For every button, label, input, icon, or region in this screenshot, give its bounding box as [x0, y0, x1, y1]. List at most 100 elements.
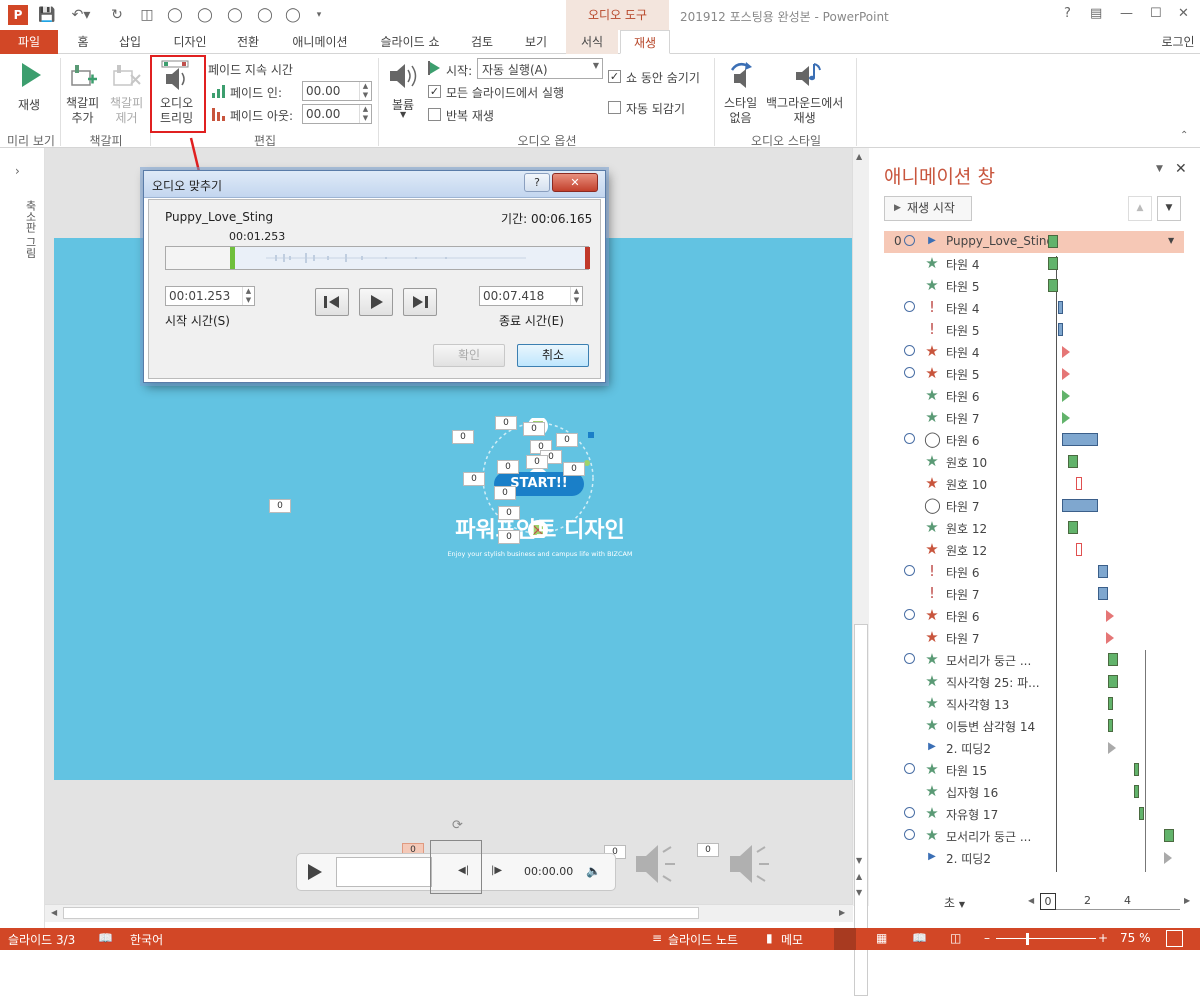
- thumbnails-label[interactable]: 축소판 그림: [4, 194, 38, 264]
- timeline-bar[interactable]: [1164, 829, 1174, 842]
- animation-list-item[interactable]: ★ 이등변 삼각형 14: [884, 715, 1184, 737]
- reading-view-icon[interactable]: 📖: [912, 931, 927, 945]
- notes-button[interactable]: 슬라이드 노트: [668, 931, 738, 948]
- animation-list-item[interactable]: ★ 원호 12: [884, 539, 1184, 561]
- player-volume-icon[interactable]: 🔈: [586, 864, 601, 878]
- previous-slide-icon[interactable]: ▲: [856, 872, 862, 881]
- player-back-icon[interactable]: ◀|: [458, 865, 469, 876]
- timeline-bar[interactable]: [1048, 257, 1058, 270]
- timeline-bar[interactable]: [1164, 852, 1172, 864]
- horizontal-scroll-thumb[interactable]: [63, 907, 699, 919]
- animation-list-item[interactable]: ★ 타원 6: [884, 385, 1184, 407]
- previous-frame-button[interactable]: [315, 288, 349, 316]
- trim-audio-icon[interactable]: [160, 60, 190, 92]
- animation-list-item[interactable]: ◯ 타원 7: [884, 495, 1184, 517]
- scroll-left-icon[interactable]: ◀: [51, 908, 57, 917]
- animation-list-item[interactable]: ★ 모서리가 둥근 ...: [884, 825, 1184, 847]
- player-progress-track[interactable]: [336, 857, 432, 887]
- spellcheck-icon[interactable]: 📖: [98, 931, 113, 945]
- dialog-help-button[interactable]: ?: [524, 173, 550, 192]
- cancel-button[interactable]: 취소: [517, 344, 589, 367]
- help-icon[interactable]: ?: [1064, 6, 1071, 21]
- scroll-up-icon[interactable]: ▲: [856, 152, 862, 161]
- timeline-bar[interactable]: [1108, 742, 1116, 754]
- timeline-bar[interactable]: [1068, 455, 1078, 468]
- normal-view-icon[interactable]: [834, 928, 856, 950]
- zoom-in-icon[interactable]: +: [1098, 931, 1108, 945]
- animation-list-item[interactable]: ★ 타원 5: [884, 363, 1184, 385]
- timeline-left-icon[interactable]: ◀: [1028, 896, 1034, 905]
- animation-list-item[interactable]: ! 타원 6: [884, 561, 1184, 583]
- timeline-bar[interactable]: [1098, 587, 1108, 600]
- timeline-bar[interactable]: [1048, 279, 1058, 292]
- player-play-icon[interactable]: [306, 863, 324, 881]
- timeline-bar[interactable]: [1062, 412, 1070, 424]
- timeline-bar[interactable]: [1108, 675, 1118, 688]
- timeline-bar[interactable]: [1062, 390, 1070, 402]
- timeline-bar[interactable]: [1106, 632, 1114, 644]
- dialog-close-button[interactable]: ✕: [552, 173, 598, 192]
- play-preview-icon[interactable]: [20, 62, 42, 88]
- play-preview-button[interactable]: 재생: [18, 96, 40, 113]
- collapse-ribbon-icon[interactable]: ⌃: [1180, 130, 1188, 141]
- tab-file[interactable]: 파일: [0, 30, 58, 54]
- pane-close-icon[interactable]: ✕: [1175, 161, 1187, 177]
- zoom-level[interactable]: 75 %: [1120, 931, 1151, 945]
- animation-list-item[interactable]: ★ 원호 10: [884, 473, 1184, 495]
- hide-during-show-checkbox[interactable]: ✓: [608, 70, 621, 83]
- shape-icon[interactable]: ◯: [166, 6, 184, 24]
- slide-title[interactable]: 파워포인트 디자인: [440, 512, 640, 544]
- shape-icon[interactable]: ◯: [256, 6, 274, 24]
- trim-audio-button[interactable]: 오디오 트리밍: [160, 96, 193, 126]
- player-forward-icon[interactable]: |▶: [491, 865, 502, 876]
- comments-icon[interactable]: ▮: [766, 931, 773, 945]
- play-from-button[interactable]: ▶ 재생 시작: [884, 196, 972, 221]
- customize-dropdown-icon[interactable]: ▾: [310, 6, 328, 24]
- animation-list-item[interactable]: ★ 원호 12: [884, 517, 1184, 539]
- expand-thumbnails-icon[interactable]: ›: [15, 164, 20, 178]
- shape-icon[interactable]: ◯: [284, 6, 302, 24]
- tab-slideshow[interactable]: 슬라이드 쇼: [370, 30, 450, 54]
- ok-button[interactable]: 확인: [433, 344, 505, 367]
- ribbon-display-icon[interactable]: ▤: [1090, 6, 1102, 21]
- animation-list-item[interactable]: ★ 타원 4: [884, 253, 1184, 275]
- start-select[interactable]: 자동 실행(A) ▼: [477, 58, 603, 79]
- animation-list-item[interactable]: ★ 타원 6: [884, 605, 1184, 627]
- tab-playback[interactable]: 재생: [620, 30, 670, 54]
- play-across-slides-checkbox[interactable]: ✓: [428, 85, 441, 98]
- timeline-right-icon[interactable]: ▶: [1184, 896, 1190, 905]
- pane-options-icon[interactable]: ▼: [1156, 164, 1163, 174]
- speaker-icon[interactable]: [632, 840, 680, 888]
- tab-design[interactable]: 디자인: [164, 30, 216, 54]
- tab-review[interactable]: 검토: [462, 30, 502, 54]
- timeline-bar[interactable]: [1108, 697, 1113, 710]
- tab-insert[interactable]: 삽입: [108, 30, 152, 54]
- next-frame-button[interactable]: [403, 288, 437, 316]
- save-icon[interactable]: 💾: [38, 6, 56, 24]
- animation-list-item[interactable]: 0 ▶ Puppy_Love_Sting ▼: [884, 231, 1184, 253]
- animation-list-item[interactable]: ★ 타원 7: [884, 407, 1184, 429]
- no-style-button[interactable]: 스타일 없음: [724, 96, 757, 126]
- powerpoint-logo-icon[interactable]: P: [8, 5, 28, 25]
- timeline-bar[interactable]: [1068, 521, 1078, 534]
- animation-list-item[interactable]: ★ 모서리가 둥근 ...: [884, 649, 1184, 671]
- timeline-bar[interactable]: [1134, 785, 1139, 798]
- slide-subtitle[interactable]: Enjoy your stylish business and campus l…: [420, 550, 660, 558]
- animation-list-item[interactable]: ★ 타원 5: [884, 275, 1184, 297]
- volume-icon[interactable]: [388, 62, 418, 90]
- fade-out-spinner[interactable]: 00.00 ▲ ▼: [302, 104, 372, 124]
- timeline-bar[interactable]: [1098, 565, 1108, 578]
- animation-list-item[interactable]: ★ 원호 10: [884, 451, 1184, 473]
- timeline-bar[interactable]: [1108, 653, 1118, 666]
- item-menu-dropdown-icon[interactable]: ▼: [1168, 236, 1174, 245]
- language-indicator[interactable]: 한국어: [130, 931, 163, 948]
- rewind-checkbox[interactable]: [608, 101, 621, 114]
- fade-in-spinner[interactable]: 00.00 ▲ ▼: [302, 81, 372, 101]
- timeline-bar[interactable]: [1062, 368, 1070, 380]
- close-icon[interactable]: ✕: [1178, 6, 1189, 21]
- loop-checkbox[interactable]: [428, 108, 441, 121]
- tab-format[interactable]: 서식: [566, 30, 618, 54]
- rotate-handle-icon[interactable]: ⟳: [452, 818, 463, 833]
- volume-dropdown-icon[interactable]: ▼: [400, 110, 406, 119]
- comments-button[interactable]: 메모: [781, 931, 803, 948]
